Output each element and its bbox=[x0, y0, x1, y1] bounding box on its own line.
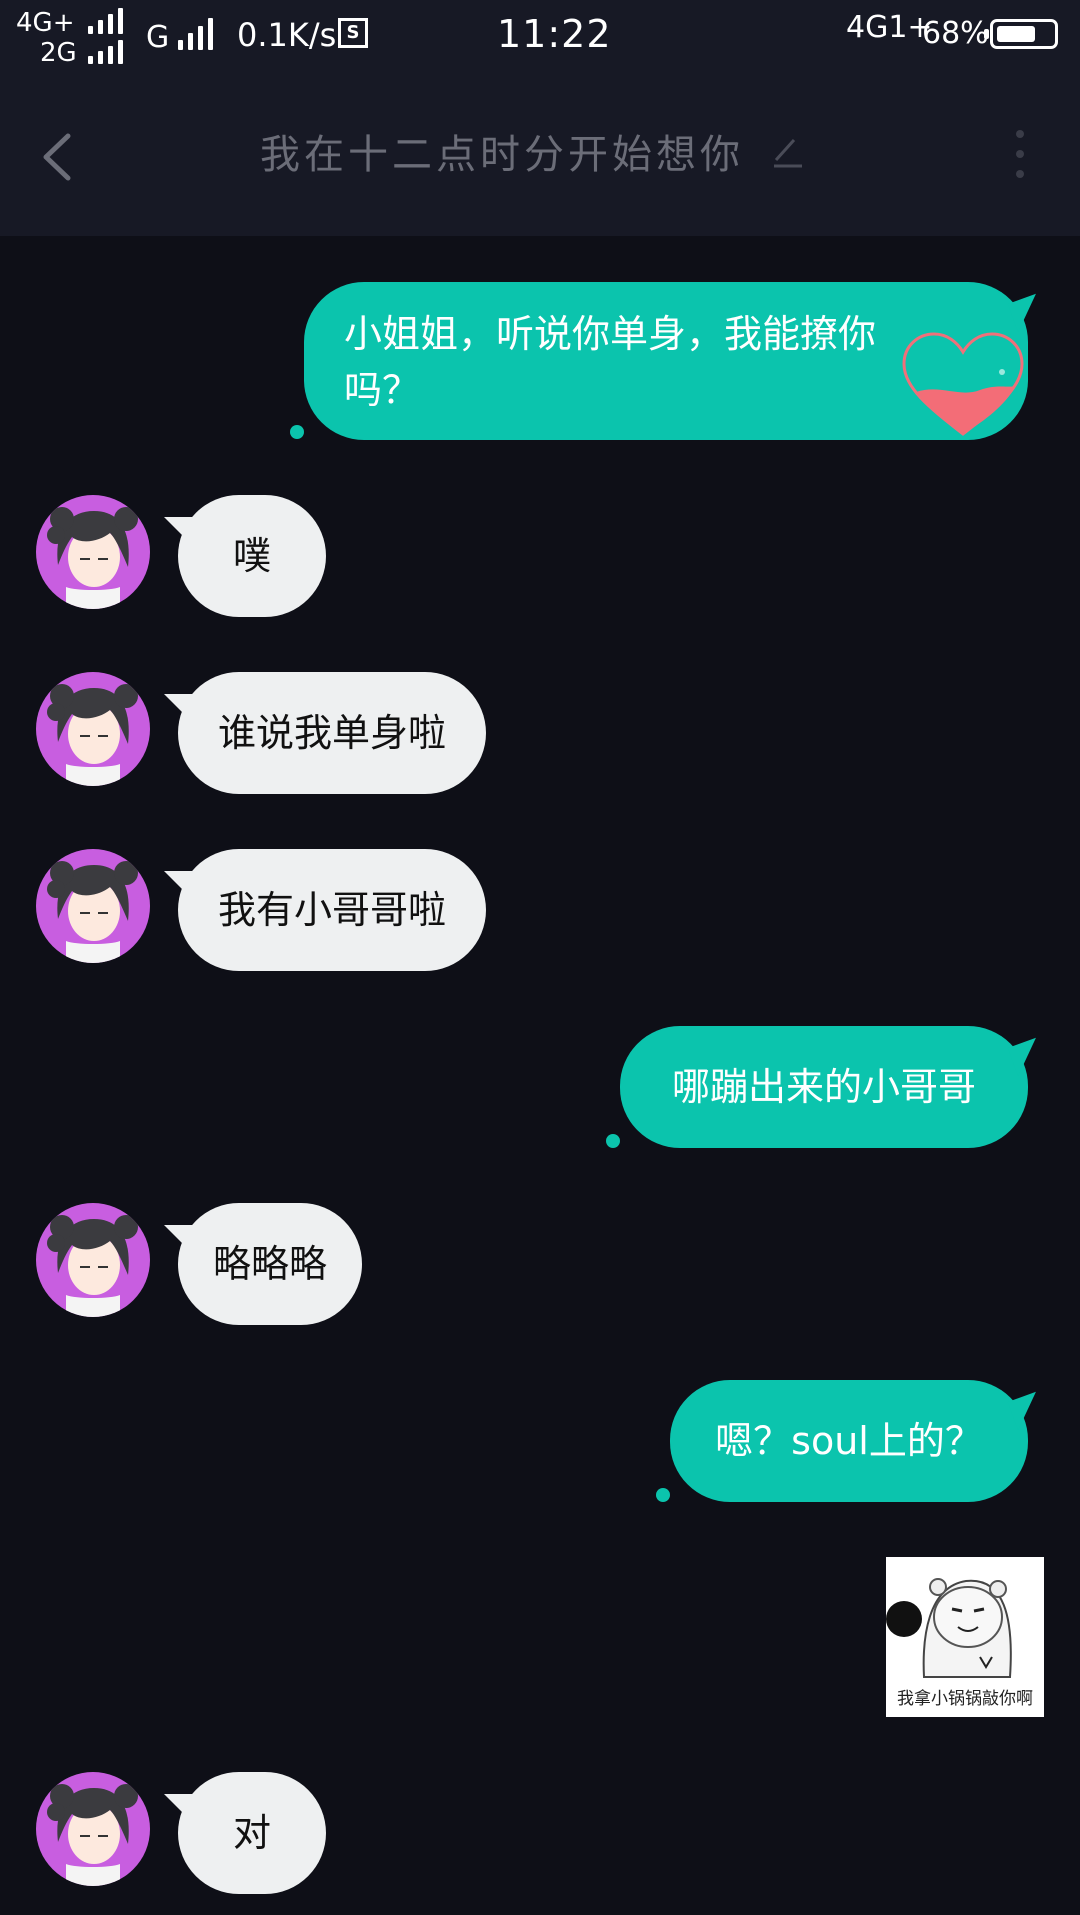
title-bar: 我在十二点时分开始想你 bbox=[0, 72, 1080, 236]
clock: 11:22 bbox=[497, 12, 612, 56]
outgoing-message[interactable]: 哪蹦出来的小哥哥 bbox=[620, 1026, 1028, 1148]
outgoing-message[interactable]: 小姐姐，听说你单身，我能撩你 吗？ bbox=[304, 282, 1028, 440]
s-icon: S bbox=[338, 18, 368, 48]
message-text-line: 小姐姐，听说你单身，我能撩你 bbox=[344, 312, 877, 356]
avatar[interactable] bbox=[36, 672, 150, 786]
network-label-2g: 2G bbox=[40, 38, 77, 68]
more-vertical-icon[interactable] bbox=[1010, 130, 1030, 180]
chat-screen: 4G+ 2G G 0.1K/s S 11:22 4G1+ 68% 我在十二点时分… bbox=[0, 0, 1080, 1915]
pencil-icon[interactable] bbox=[770, 134, 804, 168]
signal-bars-icon bbox=[88, 40, 123, 64]
network-speed: 0.1K/s bbox=[237, 16, 337, 54]
battery-icon bbox=[984, 19, 1058, 49]
battery-percent: 68% bbox=[922, 16, 989, 51]
status-bar: 4G+ 2G G 0.1K/s S 11:22 4G1+ 68% bbox=[0, 0, 1080, 72]
unread-dot bbox=[606, 1134, 620, 1148]
incoming-message[interactable]: 略略略 bbox=[164, 1203, 362, 1325]
heart-icon bbox=[902, 332, 1024, 436]
incoming-message[interactable]: 我有小哥哥啦 bbox=[164, 849, 486, 971]
incoming-message[interactable]: 谁说我单身啦 bbox=[164, 672, 486, 794]
sticker-caption: 我拿小锅锅敲你啊 bbox=[897, 1689, 1033, 1709]
chat-title: 我在十二点时分开始想你 bbox=[260, 132, 744, 178]
network-label-4g-right: 4G1+ bbox=[846, 10, 933, 45]
signal-bars-icon bbox=[88, 8, 123, 34]
network-label-g: G bbox=[146, 20, 170, 55]
avatar[interactable] bbox=[36, 1772, 150, 1886]
incoming-message[interactable]: 对 bbox=[164, 1772, 326, 1894]
bear-meme-icon bbox=[886, 1578, 1012, 1678]
outgoing-message[interactable]: 嗯？soul上的？ bbox=[670, 1380, 1028, 1502]
avatar[interactable] bbox=[36, 1203, 150, 1317]
unread-dot bbox=[290, 425, 304, 439]
chevron-left-icon[interactable] bbox=[38, 132, 78, 182]
avatar[interactable] bbox=[36, 849, 150, 963]
incoming-message[interactable]: 噗 bbox=[164, 495, 326, 617]
signal-bars-icon bbox=[178, 18, 213, 50]
avatar[interactable] bbox=[36, 495, 150, 609]
message-text-line: 吗？ bbox=[344, 368, 421, 412]
network-label-4g: 4G+ bbox=[16, 8, 75, 38]
unread-dot bbox=[656, 1488, 670, 1502]
sticker-image[interactable]: 我拿小锅锅敲你啊 bbox=[886, 1557, 1044, 1717]
